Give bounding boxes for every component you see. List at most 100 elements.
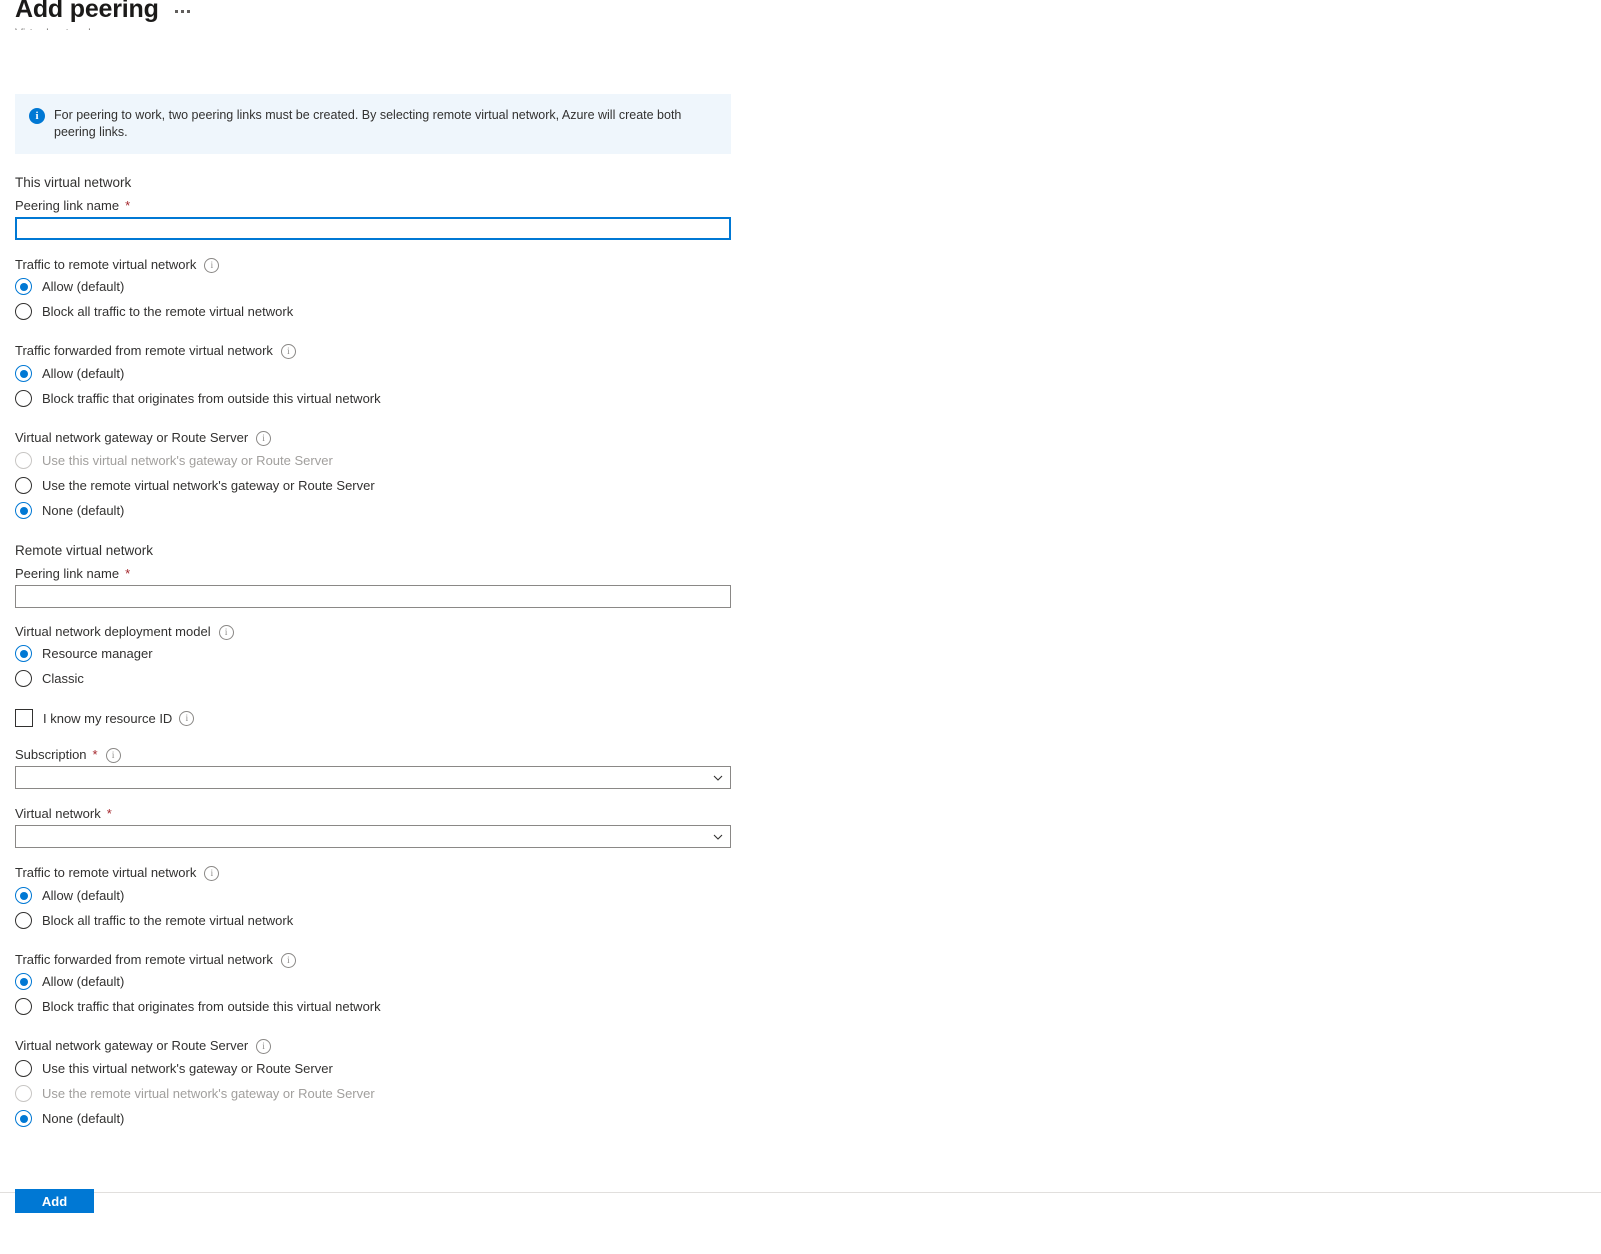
section-title-this-vnet: This virtual network [15,174,731,192]
radio-label: Allow (default) [42,365,124,382]
radio-this-gateway-none[interactable]: None (default) [15,498,731,523]
label-text: Traffic to remote virtual network [15,864,196,882]
blade-subtitle: Virtual network [15,26,94,40]
label-this-peering-link-name: Peering link name * [15,197,731,215]
radio-this-traffic-to-remote-block[interactable]: Block all traffic to the remote virtual … [15,299,731,324]
radio-mark-icon [15,278,32,295]
add-button[interactable]: Add [15,1189,94,1213]
radio-mark-icon [15,452,32,469]
required-indicator: * [125,565,130,583]
radio-label: Block all traffic to the remote virtual … [42,912,293,929]
radio-remote-gateway-use-this[interactable]: Use this virtual network's gateway or Ro… [15,1056,731,1081]
info-outline-icon[interactable]: i [204,866,219,881]
radio-mark-icon [15,477,32,494]
more-options-ellipsis-icon[interactable] [173,6,192,17]
radio-deployment-resource-manager[interactable]: Resource manager [15,641,731,666]
info-outline-icon[interactable]: i [204,258,219,273]
label-text: Subscription [15,746,87,764]
radio-label: None (default) [42,502,124,519]
info-outline-icon[interactable]: i [281,344,296,359]
label-text: Virtual network gateway or Route Server [15,429,248,447]
radio-remote-traffic-to-remote-block[interactable]: Block all traffic to the remote virtual … [15,908,731,933]
chevron-down-icon [713,773,723,783]
label-text: Virtual network deployment model [15,623,211,641]
checkbox-label-text: I know my resource ID [43,711,172,726]
info-banner-text: For peering to work, two peering links m… [54,107,704,141]
radio-this-gateway-use-remote[interactable]: Use the remote virtual network's gateway… [15,473,731,498]
footer-divider [0,1192,1601,1193]
label-virtual-network: Virtual network * [15,805,731,823]
label-text: Virtual network gateway or Route Server [15,1037,248,1055]
radio-label: Resource manager [42,645,153,662]
checkbox-mark-icon [15,709,33,727]
info-outline-icon[interactable]: i [219,625,234,640]
info-outline-icon[interactable]: i [256,1039,271,1054]
label-remote-traffic-forwarded: Traffic forwarded from remote virtual ne… [15,951,731,969]
label-subscription: Subscription * i [15,746,731,764]
radio-label: Block all traffic to the remote virtual … [42,303,293,320]
radio-remote-traffic-forwarded-block[interactable]: Block traffic that originates from outsi… [15,994,731,1019]
label-text: Peering link name [15,197,119,215]
radio-mark-icon [15,390,32,407]
checkbox-i-know-my-resource-id[interactable]: I know my resource ID i [15,707,731,729]
label-remote-peering-link-name: Peering link name * [15,565,731,583]
radio-label: Allow (default) [42,973,124,990]
info-filled-icon: i [29,108,45,124]
info-outline-icon[interactable]: i [179,711,194,726]
radio-mark-icon [15,887,32,904]
radio-remote-traffic-to-remote-allow[interactable]: Allow (default) [15,883,731,908]
label-text: Traffic to remote virtual network [15,256,196,274]
ellipsis-dot [187,10,190,13]
radio-this-traffic-forwarded-allow[interactable]: Allow (default) [15,361,731,386]
radio-label: Use this virtual network's gateway or Ro… [42,1060,333,1077]
radio-label: Classic [42,670,84,687]
info-outline-icon[interactable]: i [106,748,121,763]
virtual-network-dropdown[interactable] [15,825,731,848]
label-remote-gateway: Virtual network gateway or Route Server … [15,1037,731,1055]
label-this-traffic-forwarded: Traffic forwarded from remote virtual ne… [15,342,731,360]
radio-this-traffic-forwarded-block[interactable]: Block traffic that originates from outsi… [15,386,731,411]
label-text: Traffic forwarded from remote virtual ne… [15,342,273,360]
radio-mark-icon [15,1060,32,1077]
radio-label: Allow (default) [42,278,124,295]
label-this-gateway: Virtual network gateway or Route Server … [15,429,731,447]
subscription-dropdown[interactable] [15,766,731,789]
page-title: Add peering [15,0,159,26]
radio-this-traffic-to-remote-allow[interactable]: Allow (default) [15,274,731,299]
radio-remote-gateway-none[interactable]: None (default) [15,1106,731,1131]
info-banner: i For peering to work, two peering links… [15,94,731,154]
required-indicator: * [107,805,112,823]
radio-mark-icon [15,303,32,320]
info-outline-icon[interactable]: i [256,431,271,446]
radio-mark-icon [15,670,32,687]
radio-mark-icon [15,1110,32,1127]
radio-mark-icon [15,502,32,519]
required-indicator: * [93,746,98,764]
radio-mark-icon [15,912,32,929]
required-indicator: * [125,197,130,215]
radio-label: Allow (default) [42,887,124,904]
radio-label: Use this virtual network's gateway or Ro… [42,452,333,469]
section-title-remote-vnet: Remote virtual network [15,542,731,560]
checkbox-label: I know my resource ID i [43,711,194,726]
label-this-traffic-to-remote: Traffic to remote virtual network i [15,256,731,274]
radio-label: Use the remote virtual network's gateway… [42,1085,375,1102]
this-peering-link-name-input[interactable] [15,217,731,240]
ellipsis-dot [181,10,184,13]
remote-peering-link-name-input[interactable] [15,585,731,608]
label-text: Virtual network [15,805,101,823]
label-text: Peering link name [15,565,119,583]
radio-this-gateway-use-this: Use this virtual network's gateway or Ro… [15,448,731,473]
radio-mark-icon [15,645,32,662]
radio-label: Use the remote virtual network's gateway… [42,477,375,494]
radio-remote-traffic-forwarded-allow[interactable]: Allow (default) [15,969,731,994]
radio-label: Block traffic that originates from outsi… [42,390,381,407]
label-deployment-model: Virtual network deployment model i [15,623,731,641]
radio-mark-icon [15,1085,32,1102]
info-outline-icon[interactable]: i [281,953,296,968]
radio-deployment-classic[interactable]: Classic [15,666,731,691]
label-remote-traffic-to-remote: Traffic to remote virtual network i [15,864,731,882]
radio-mark-icon [15,365,32,382]
radio-remote-gateway-use-remote: Use the remote virtual network's gateway… [15,1081,731,1106]
ellipsis-dot [175,10,178,13]
